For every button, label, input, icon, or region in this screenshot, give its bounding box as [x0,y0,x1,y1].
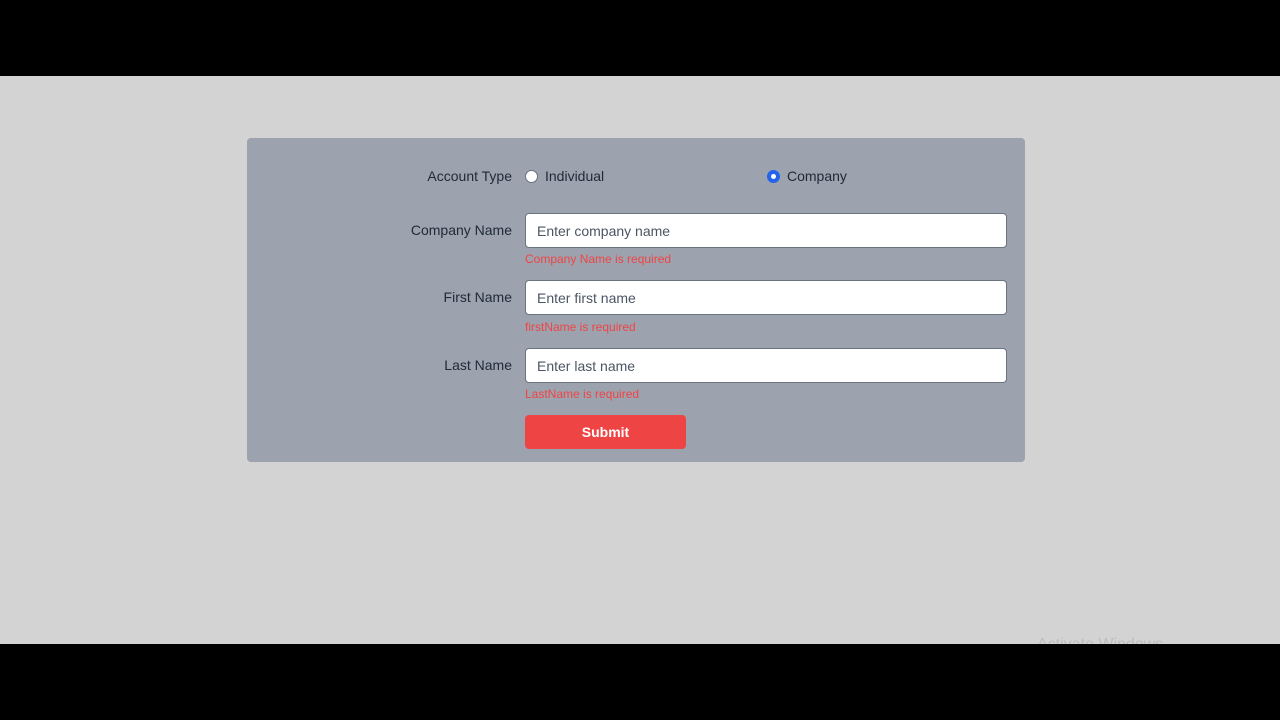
radio-individual[interactable]: Individual [525,168,604,184]
company-name-label: Company Name [410,222,512,238]
account-form: Account Type Individual Company Company … [247,138,1025,462]
submit-button[interactable]: Submit [525,415,686,449]
last-name-error: LastName is required [525,387,640,401]
radio-individual-label: Individual [545,168,605,184]
radio-individual-circle[interactable] [525,169,538,183]
last-name-input[interactable] [525,348,1007,383]
letterbox-top-bar [0,0,1280,76]
radio-company-circle[interactable] [767,169,780,183]
radio-company-label: Company [787,168,847,184]
company-name-error: Company Name is required [525,252,672,266]
activate-windows-watermark: Activate Windows [1037,636,1163,644]
letterbox-bottom-bar [0,644,1280,720]
first-name-label: First Name [443,289,512,305]
first-name-input[interactable] [525,280,1007,315]
radio-company[interactable]: Company [767,168,847,184]
last-name-label: Last Name [444,357,512,373]
account-type-label: Account Type [427,168,512,184]
company-name-input[interactable] [525,213,1007,248]
first-name-error: firstName is required [525,320,636,334]
page-viewport: Account Type Individual Company Company … [0,76,1280,644]
